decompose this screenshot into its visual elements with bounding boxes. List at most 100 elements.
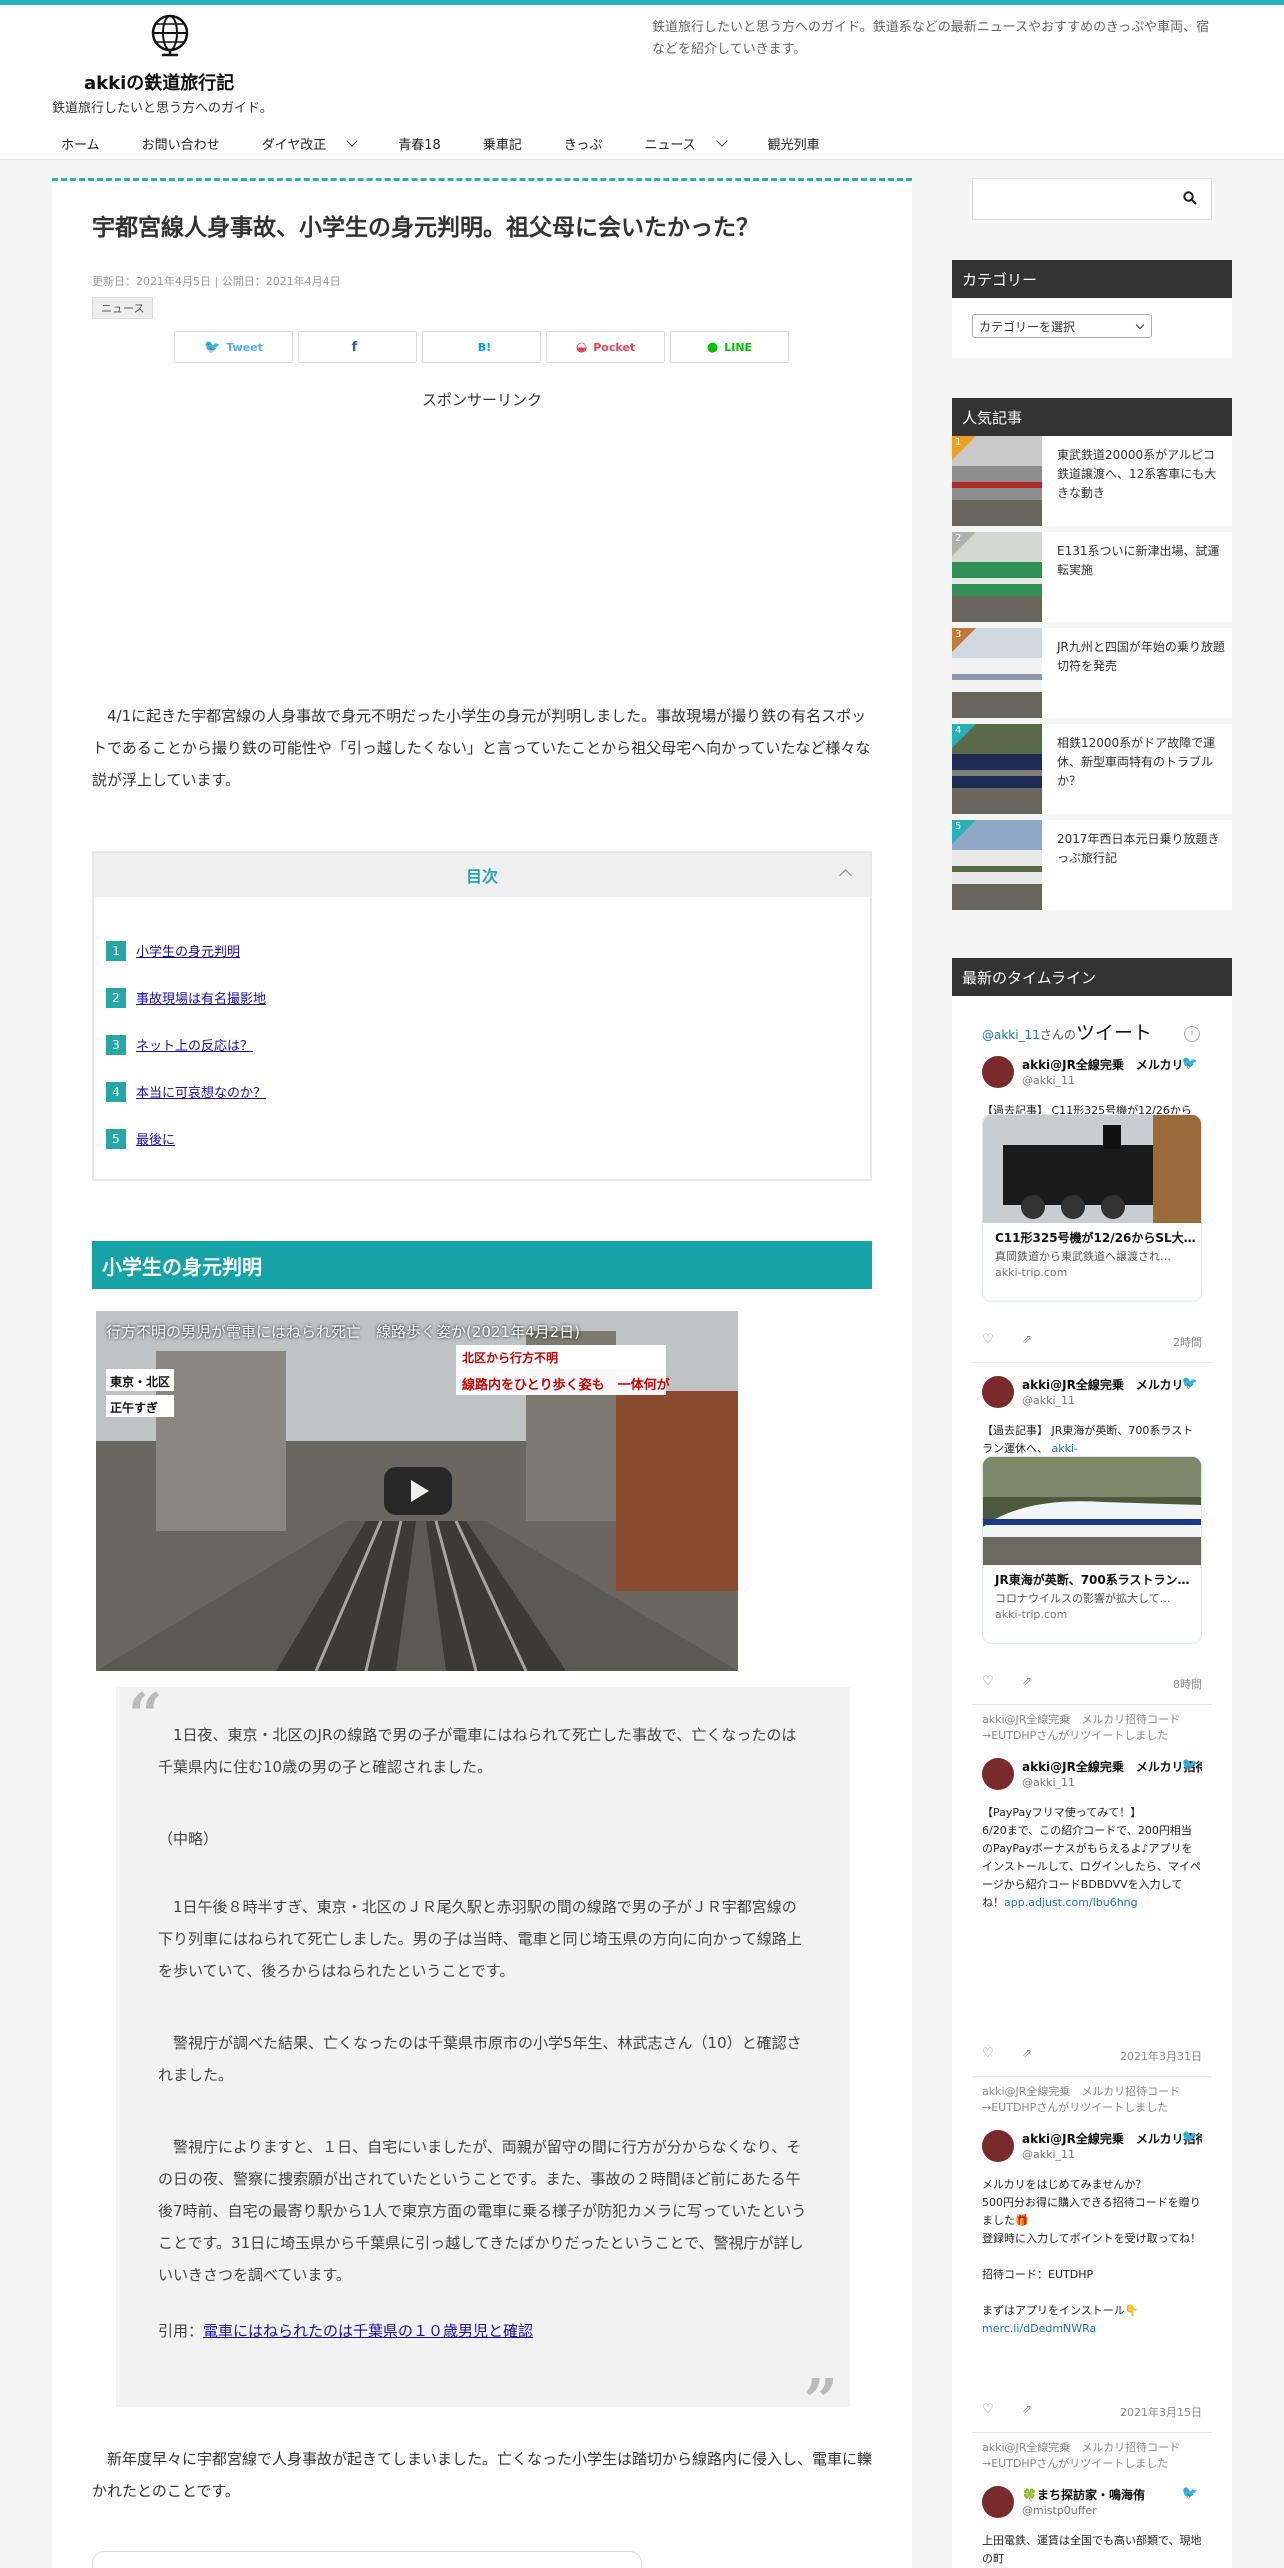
link-card[interactable]: JR東海が英断、700系ラストラン… コロナウイルスの影響が拡大して… akki-t… — [982, 1456, 1202, 1644]
quote-paragraph: 警視庁が調べた結果、亡くなったのは千葉県市原市の小学5年生、林武志さん（10）と… — [158, 2034, 802, 2084]
quote-paragraph: 1日夜、東京・北区のJRの線路で男の子が電車にはねられて死亡した事故で、亡くなっ… — [158, 1726, 797, 1776]
toc-header[interactable]: 目次 — [94, 853, 870, 897]
nav-item[interactable]: お問い合わせ — [121, 134, 241, 153]
nav-item-label[interactable]: 観光列車 — [768, 134, 820, 153]
tweet-time[interactable]: 2021年3月15日 — [1120, 2404, 1202, 2420]
share-button-pocket[interactable]: ◒ Pocket — [546, 331, 665, 363]
popular-title[interactable]: 2017年西日本元日乗り放題きっぷ旅行記 — [1057, 830, 1227, 868]
category-tag[interactable]: ニュース — [92, 297, 154, 319]
toc-link[interactable]: ネット上の反応は？ — [136, 1035, 253, 1054]
site-title[interactable]: akkiの鉄道旅行記 — [84, 69, 234, 95]
nav-item-label[interactable]: きっぷ — [564, 134, 602, 153]
info-icon[interactable]: i — [1184, 1026, 1200, 1042]
nav-item-label[interactable]: 乗車記 — [483, 134, 522, 153]
tweet-actions: ♡ ⇗ 8時間 — [982, 1674, 1202, 1694]
chevron-down-icon[interactable] — [346, 134, 358, 147]
popular-item[interactable]: 3 JR九州と四国が年始の乗り放題切符を発売 — [952, 628, 1232, 718]
toc-link[interactable]: 小学生の身元判明 — [136, 941, 240, 960]
share-label: Pocket — [593, 340, 636, 354]
tweet-author-name[interactable]: akki@JR全線完乗 メルカリ招待 — [1022, 1758, 1202, 1775]
avatar[interactable] — [982, 2130, 1014, 2162]
popular-title[interactable]: 相鉄12000系がドア故障で運休、新型車両特有のトラブルか？ — [1057, 734, 1227, 791]
share-label: Tweet — [226, 340, 263, 354]
rank-number: 3 — [955, 629, 962, 640]
tweet-author-handle[interactable]: @akki_11 — [1022, 1394, 1075, 1407]
chevron-up-icon[interactable] — [839, 869, 852, 882]
toc-link[interactable]: 事故現場は有名撮影地 — [136, 988, 266, 1007]
citation-link[interactable]: 電車にはねられたのは千葉県の１０歳男児と確認 — [203, 2322, 533, 2340]
avatar[interactable] — [982, 1758, 1014, 1790]
toc-link[interactable]: 最後に — [136, 1129, 175, 1148]
nav-item[interactable]: 青春18 — [377, 134, 462, 153]
retweet-notice: akki@JR全線完乗 メルカリ招待コード→EUTDHPさんがリツイートしました — [982, 1712, 1202, 1744]
heart-icon[interactable]: ♡ — [982, 1332, 994, 1347]
tweet-author-name[interactable]: akki@JR全線完乗 メルカリ — [1022, 1376, 1202, 1393]
heart-icon[interactable]: ♡ — [982, 2402, 994, 2417]
card-title[interactable]: JR東海が英断、700系ラストラン… — [983, 1565, 1201, 1588]
tweet-time[interactable]: 8時間 — [1173, 1676, 1202, 1692]
nav-item[interactable]: 観光列車 — [747, 134, 841, 153]
popular-title[interactable]: E131系ついに新津出場、試運転実施 — [1057, 542, 1227, 580]
tweet-time[interactable]: 2021年3月31日 — [1120, 2048, 1202, 2064]
share-icon[interactable]: ⇗ — [1022, 2046, 1032, 2060]
video-title[interactable]: 行方不明の男児が電車にはねられ死亡 線路歩く姿か(2021年4月2日) — [106, 1321, 580, 1342]
heart-icon[interactable]: ♡ — [982, 2046, 994, 2061]
chevron-down-icon[interactable] — [716, 134, 728, 147]
globe-logo-icon[interactable] — [148, 13, 192, 57]
video-caption-location: 東京・北区 — [110, 1375, 171, 1389]
share-icon[interactable]: ⇗ — [1022, 2402, 1032, 2416]
toc-number: 2 — [106, 987, 126, 1008]
nav-item[interactable]: ダイヤ改正 — [241, 134, 378, 153]
share-button-facebook[interactable]: f — [298, 331, 417, 363]
popular-item[interactable]: 5 2017年西日本元日乗り放題きっぷ旅行記 — [952, 820, 1232, 910]
tweet-author-name[interactable]: akki@JR全線完乗 メルカリ招待 — [1022, 2130, 1202, 2147]
tweet-author-handle[interactable]: @mistp0uffer — [1022, 2504, 1097, 2517]
body-paragraph: 新年度早々に宇都宮線で人身事故が起きてしまいました。亡くなった小学生は踏切から線… — [92, 2450, 873, 2500]
tweet-author-handle[interactable]: @akki_11 — [1022, 1074, 1075, 1087]
card-title[interactable]: C11形325号機が12/26からSL大… — [983, 1223, 1201, 1246]
tweet-link[interactable]: merc.li/dDedmNWRa — [982, 2322, 1096, 2335]
share-button-hatena[interactable]: B! — [422, 331, 541, 363]
category-select[interactable]: カテゴリーを選択 — [972, 314, 1152, 338]
search-icon[interactable] — [1183, 191, 1197, 205]
pocket-icon: ◒ — [575, 339, 588, 355]
nav-item[interactable]: ニュース — [623, 134, 746, 153]
nav-item[interactable]: きっぷ — [543, 134, 623, 153]
embedded-video[interactable]: 東京・北区 正午すぎ 北区から行方不明 線路内をひとり歩く姿も 一体何が 行方不… — [96, 1311, 738, 1671]
tweet-author-handle[interactable]: @akki_11 — [1022, 1776, 1075, 1789]
tweet-time[interactable]: 2時間 — [1173, 1334, 1202, 1350]
nav-item-label[interactable]: 青春18 — [398, 134, 441, 153]
popular-title[interactable]: JR九州と四国が年始の乗り放題切符を発売 — [1057, 638, 1227, 676]
nav-item-label[interactable]: ニュース — [644, 134, 695, 153]
popular-title[interactable]: 東武鉄道20000系がアルピコ鉄道譲渡へ、12系客車にも大きな動き — [1057, 446, 1227, 503]
avatar[interactable] — [982, 1376, 1014, 1408]
avatar[interactable] — [982, 2486, 1014, 2518]
nav-item-label[interactable]: お問い合わせ — [142, 134, 220, 153]
share-icon[interactable]: ⇗ — [1022, 1332, 1032, 1346]
line-icon: ● — [706, 339, 719, 355]
share-button-line[interactable]: ● LINE — [670, 331, 789, 363]
play-button-icon[interactable] — [384, 1467, 452, 1515]
tweet-link[interactable]: app.adjust.com/lbu6hng — [1004, 1896, 1138, 1909]
avatar[interactable] — [982, 1056, 1014, 1088]
search-input[interactable] — [972, 178, 1212, 220]
nav-item-label[interactable]: ダイヤ改正 — [262, 134, 327, 153]
nav-item-label[interactable]: ホーム — [61, 134, 100, 153]
tweet-author-handle[interactable]: @akki_11 — [1022, 2148, 1075, 2161]
tweet-actions: ♡ ⇗ 2021年3月31日 — [982, 2046, 1202, 2066]
nav-item[interactable]: ホーム — [40, 134, 121, 153]
heart-icon[interactable]: ♡ — [982, 1674, 994, 1689]
popular-item[interactable]: 1 東武鉄道20000系がアルピコ鉄道譲渡へ、12系客車にも大きな動き — [952, 436, 1232, 526]
share-button-twitter[interactable]: 🐦 Tweet — [174, 331, 293, 363]
tweet-author-name[interactable]: akki@JR全線完乗 メルカリ — [1022, 1056, 1202, 1073]
popular-item[interactable]: 4 相鉄12000系がドア故障で運休、新型車両特有のトラブルか？ — [952, 724, 1232, 814]
share-icon[interactable]: ⇗ — [1022, 1674, 1032, 1688]
nav-item[interactable]: 乗車記 — [462, 134, 543, 153]
popular-item[interactable]: 2 E131系ついに新津出場、試運転実施 — [952, 532, 1232, 622]
link-card[interactable]: C11形325号機が12/26からSL大… 真岡鉄道から東武鉄道へ譲渡され… akk… — [982, 1114, 1202, 1302]
tweet-author-name[interactable]: 🍀まち探訪家・鳴海侑 — [1022, 2486, 1202, 2503]
timeline-handle-link[interactable]: @akki_11 — [982, 1028, 1040, 1042]
embedded-tweet[interactable]: 🐦 — [92, 2551, 642, 2568]
quote-block: “ 1日夜、東京・北区のJRの線路で男の子が電車にはねられて死亡した事故で、亡く… — [116, 1681, 850, 2437]
toc-link[interactable]: 本当に可哀想なのか？ — [136, 1082, 266, 1101]
